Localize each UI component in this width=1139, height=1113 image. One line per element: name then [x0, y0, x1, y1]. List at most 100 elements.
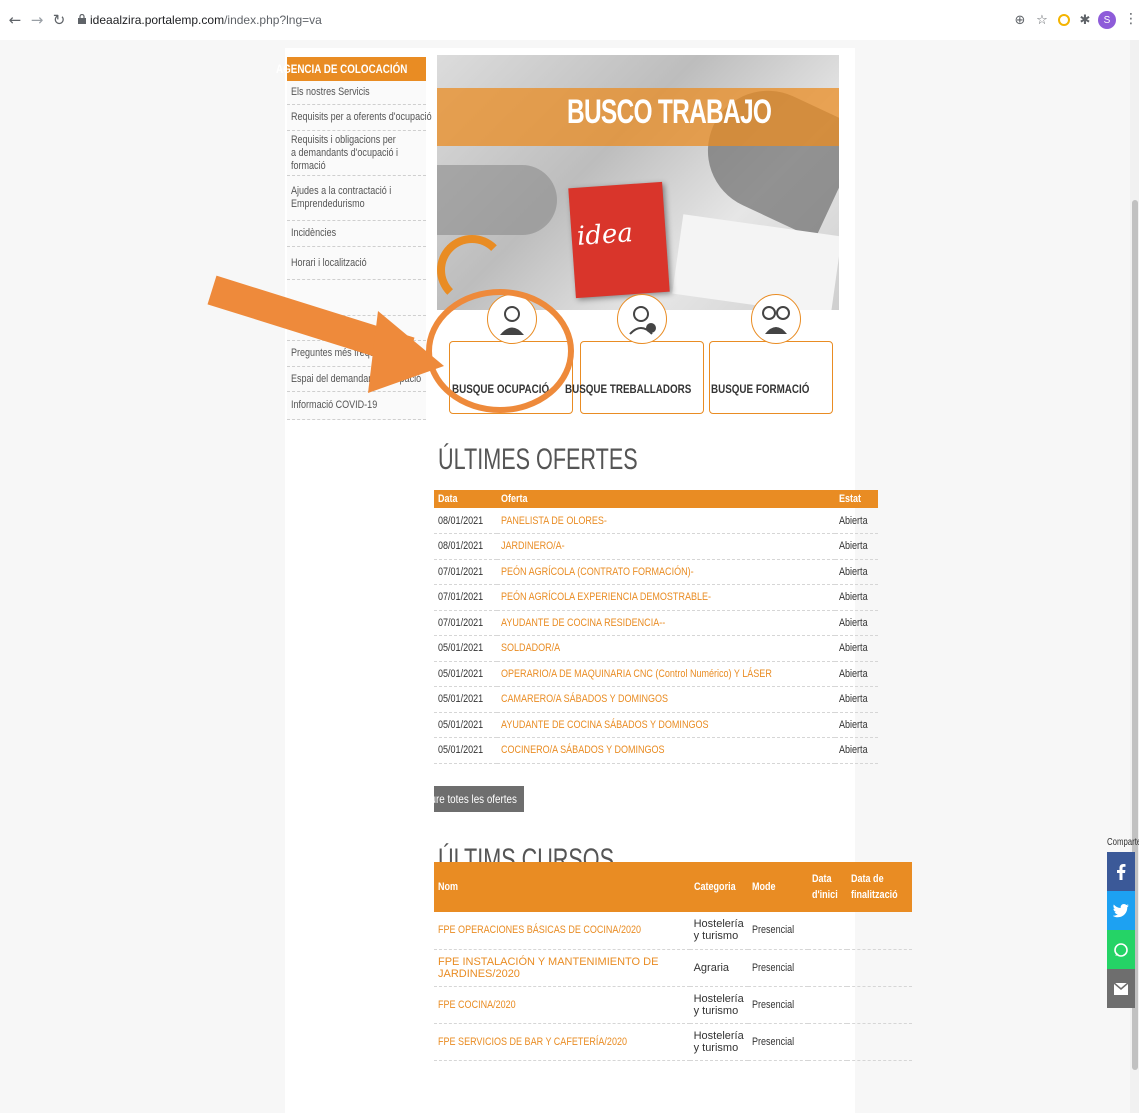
facebook-share-button[interactable]	[1107, 852, 1135, 891]
card-find-workers[interactable]: BUSQUE TREBALLADORS	[565, 341, 704, 414]
offer-date: 05/01/2021	[434, 635, 498, 662]
table-row: FPE OPERACIONES BÁSICAS DE COCINA/2020 Ho…	[434, 912, 912, 950]
sidebar-item-covid-info[interactable]: Informació COVID-19	[287, 392, 426, 420]
course-end	[847, 986, 912, 1024]
puzzle-icon[interactable]: ✱	[1077, 12, 1093, 28]
offer-date: 07/01/2021	[434, 584, 498, 611]
offer-date: 05/01/2021	[434, 686, 498, 713]
twitter-icon	[1113, 903, 1129, 917]
courses-table: Nom Categoria Mode Data d'inici Data de fi…	[434, 862, 912, 1061]
offer-date: 08/01/2021	[434, 508, 498, 534]
course-mode: Presencial	[748, 912, 808, 950]
courses-header-row: Nom Categoria Mode Data d'inici Data de fi…	[434, 862, 912, 912]
card-find-job-label: BUSQUE OCUPACIÓ	[451, 382, 549, 396]
sidebar-blank-item	[287, 280, 426, 316]
address-bar[interactable]: ideaalzira.portalemp.com/index.php?lng=v…	[90, 13, 322, 27]
card-find-job[interactable]: BUSQUE OCUPACIÓ	[449, 341, 573, 414]
browser-toolbar: ← → ↻ ideaalzira.portalemp.com/index.php…	[0, 0, 1139, 40]
extension-icon[interactable]	[1056, 12, 1072, 28]
hero-title: BUSCO TRABAJO	[567, 93, 772, 131]
profile-avatar[interactable]: S	[1098, 11, 1116, 29]
sidebar: AGENCIA DE COLOCACIÓN Els nostres Servic…	[276, 57, 432, 420]
email-icon	[1114, 982, 1128, 995]
star-icon[interactable]: ☆	[1034, 12, 1050, 28]
whatsapp-icon	[1114, 942, 1128, 957]
offer-link[interactable]: AYUDANTE DE COCINA RESIDENCIA--	[497, 610, 836, 636]
sidebar-item-offerer-requirements[interactable]: Requisits per a oferents d'ocupació	[287, 105, 432, 131]
course-category: Hostelería y turismo	[689, 986, 749, 1024]
course-link[interactable]: FPE INSTALACIÓN Y MANTENIMIENTO DE JARDI…	[434, 949, 690, 987]
table-row: FPE INSTALACIÓN Y MANTENIMIENTO DE JARDI…	[434, 949, 912, 987]
offer-status: Abierta	[835, 712, 879, 738]
share-label: Comparte	[1107, 836, 1139, 848]
offer-link[interactable]: SOLDADOR/A	[497, 635, 836, 662]
course-start	[807, 949, 848, 987]
offer-status: Abierta	[835, 686, 879, 713]
sidebar-item-tutorials[interactable]: Tutorials	[287, 316, 426, 341]
card-find-training-label: BUSQUE FORMACIÓ	[711, 382, 810, 396]
sidebar-item-faq[interactable]: Preguntes més freqüents	[287, 341, 426, 367]
offer-date: 05/01/2021	[434, 712, 498, 738]
offer-status: Abierta	[835, 635, 879, 662]
header-category: Categoria	[689, 862, 749, 912]
offer-status: Abierta	[835, 508, 879, 534]
reload-icon[interactable]: ↻	[50, 11, 68, 29]
sidebar-item-schedule-location[interactable]: Horari i localització	[287, 247, 426, 280]
header-start-date: Data d'inici	[807, 862, 848, 912]
all-offers-button[interactable]: Veure totes les ofertes	[419, 786, 524, 812]
card-find-training[interactable]: BUSQUE FORMACIÓ	[709, 341, 833, 414]
offers-table: Data Oferta Estat 08/01/2021 PANELISTA DE…	[434, 490, 879, 764]
sidebar-title: AGENCIA DE COLOCACIÓN	[276, 57, 426, 81]
worker-search-icon	[617, 294, 667, 344]
sidebar-item-applicant-space[interactable]: Espai del demandant d'ocupació	[287, 367, 426, 392]
hero-logo: idea	[576, 218, 634, 252]
email-share-button[interactable]	[1107, 969, 1135, 1008]
header-end-date: Data de finalització	[847, 862, 912, 912]
offer-status: Abierta	[835, 584, 879, 611]
facebook-icon	[1117, 863, 1126, 880]
job-seeker-icon	[487, 294, 537, 344]
table-row: 08/01/2021 JARDINERO/A- Abierta	[434, 533, 879, 560]
course-end	[847, 912, 912, 950]
sidebar-item-incidents[interactable]: Incidències	[287, 221, 426, 247]
sidebar-item-applicant-requirements[interactable]: Requisits i obligacions per a demandants…	[287, 131, 426, 176]
sidebar-item-services[interactable]: Els nostres Servicis	[287, 81, 426, 105]
header-offer: Oferta	[497, 490, 836, 508]
offer-status: Abierta	[835, 559, 879, 585]
forward-arrow-icon[interactable]: →	[28, 11, 46, 29]
header-mode: Mode	[748, 862, 808, 912]
course-link[interactable]: FPE SERVICIOS DE BAR Y CAFETERÍA/2020	[434, 1023, 690, 1061]
training-group-icon	[751, 294, 801, 344]
offer-status: Abierta	[835, 533, 879, 560]
table-row: 05/01/2021 OPERARIO/A DE MAQUINARIA CNC (…	[434, 661, 879, 687]
whatsapp-share-button[interactable]	[1107, 930, 1135, 969]
table-row: 08/01/2021 PANELISTA DE OLORES- Abierta	[434, 508, 879, 534]
offer-link[interactable]: PANELISTA DE OLORES-	[497, 508, 836, 534]
header-name: Nom	[434, 862, 690, 912]
offer-link[interactable]: PEÓN AGRÍCOLA EXPERIENCIA DEMOSTRABLE-	[497, 584, 836, 611]
header-date: Data	[434, 490, 498, 508]
course-link[interactable]: FPE COCINA/2020	[434, 986, 690, 1024]
offer-link[interactable]: CAMARERO/A SÁBADOS Y DOMINGOS	[497, 686, 836, 713]
url-path: /index.php?lng=va	[224, 13, 322, 27]
offer-date: 05/01/2021	[434, 737, 498, 764]
table-row: FPE COCINA/2020 Hostelería y turismo Prese…	[434, 986, 912, 1024]
hero-photo-arm-left	[437, 165, 557, 235]
offer-date: 08/01/2021	[434, 533, 498, 560]
back-arrow-icon[interactable]: ←	[6, 11, 24, 29]
offer-link[interactable]: JARDINERO/A-	[497, 533, 836, 560]
zoom-icon[interactable]: ⊕	[1012, 12, 1028, 28]
table-row: 05/01/2021 SOLDADOR/A Abierta	[434, 635, 879, 662]
offer-link[interactable]: AYUDANTE DE COCINA SÁBADOS Y DOMINGOS	[497, 712, 836, 738]
course-link[interactable]: FPE OPERACIONES BÁSICAS DE COCINA/2020	[434, 912, 690, 950]
offer-link[interactable]: OPERARIO/A DE MAQUINARIA CNC (Control Nu…	[497, 661, 836, 687]
course-category: Hostelería y turismo	[689, 1023, 749, 1061]
course-mode: Presencial	[748, 949, 808, 987]
course-start	[807, 986, 848, 1024]
offer-link[interactable]: PEÓN AGRÍCOLA (CONTRATO FORMACIÓN)-	[497, 559, 836, 585]
offer-link[interactable]: COCINERO/A SÁBADOS Y DOMINGOS	[497, 737, 836, 764]
menu-dots-icon[interactable]: ⋮	[1124, 11, 1138, 27]
twitter-share-button[interactable]	[1107, 891, 1135, 930]
course-mode: Presencial	[748, 1023, 808, 1061]
sidebar-item-hiring-aids[interactable]: Ajudes a la contractació i Emprendeduris…	[287, 176, 426, 221]
